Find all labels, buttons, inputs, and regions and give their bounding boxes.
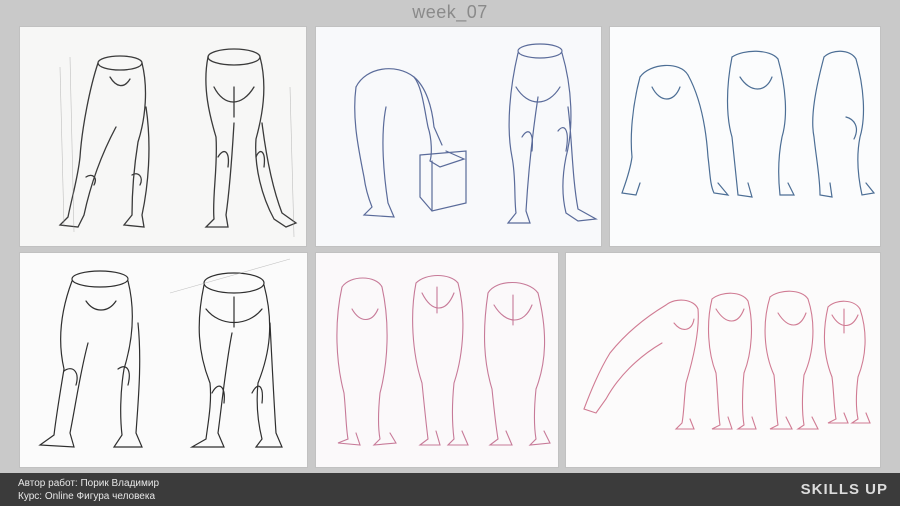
footer-bar: Автор работ: Порик Владимир Курс: Online…: [0, 473, 900, 506]
drawing-panel-5: [316, 253, 558, 467]
course-credit: Курс: Online Фигура человека: [18, 491, 156, 502]
legs-sketch-pink-1: [336, 274, 551, 446]
drawing-panel-1: [20, 27, 306, 246]
brand-logo: SKILLS UP: [800, 481, 888, 498]
legs-sketch-blue-2: [621, 50, 876, 198]
legs-sketch-blue-1: [354, 43, 598, 224]
drawing-panel-6: [566, 253, 880, 467]
drawing-panel-2: [316, 27, 601, 246]
drawing-panel-3: [610, 27, 880, 246]
legs-sketch-graphite-1: [58, 48, 298, 238]
legs-sketch-pink-2: [583, 290, 871, 430]
legs-sketch-graphite-2: [38, 258, 291, 448]
drawing-panel-4: [20, 253, 307, 467]
page-title: week_07: [412, 2, 488, 22]
author-credit: Автор работ: Порик Владимир: [18, 478, 160, 489]
